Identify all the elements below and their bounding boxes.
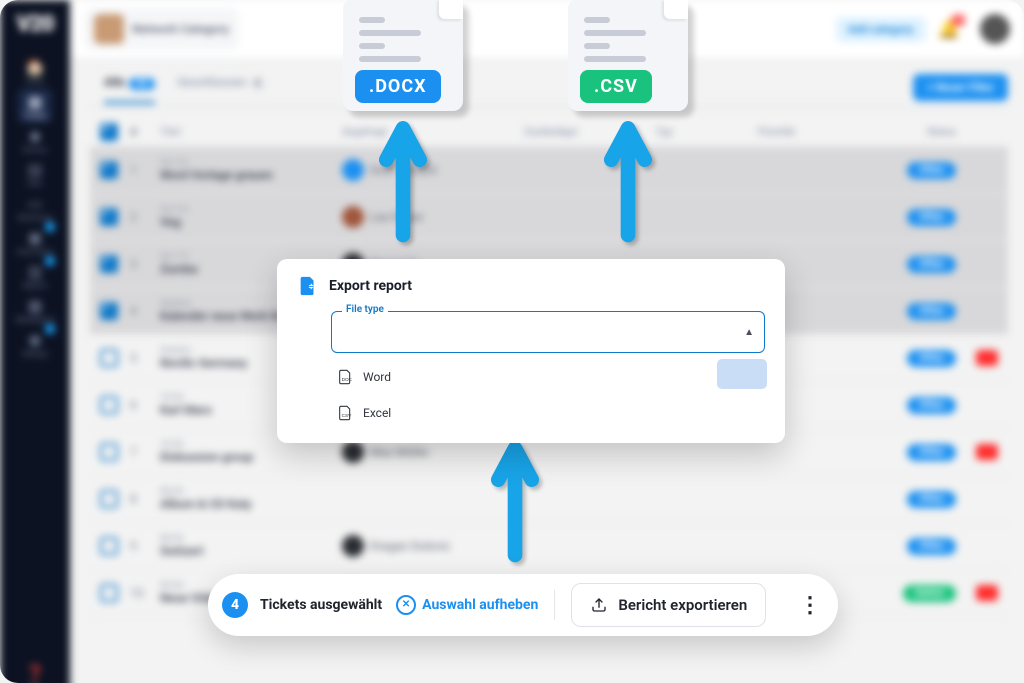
row-checkbox[interactable] (100, 302, 118, 320)
csv-badge: .CSV (580, 70, 652, 103)
arrow-up-icon (382, 120, 424, 235)
svg-text:CSV: CSV (342, 413, 352, 418)
selection-label: Tickets ausgewählt (260, 597, 382, 613)
table-header: # Titel Angefragt Zuständiger Typ Priori… (90, 118, 1008, 147)
selection-action-bar: 4 Tickets ausgewählt ✕ Auswahl aufheben … (208, 574, 838, 636)
sidebar-item-home[interactable]: 🏠Home (18, 55, 52, 89)
arrow-up-icon (607, 120, 649, 235)
row-checkbox[interactable] (100, 443, 118, 461)
sidebar-item-help[interactable]: ❓Help (18, 661, 52, 683)
close-circle-icon: ✕ (396, 595, 416, 615)
row-checkbox[interactable] (100, 584, 118, 602)
org-switcher[interactable]: Network Category (84, 8, 239, 50)
row-checkbox[interactable] (100, 255, 118, 273)
selection-count: 4 (222, 592, 248, 618)
user-avatar[interactable] (980, 14, 1010, 44)
sidebar-item-settings[interactable]: ◉Settings (18, 327, 52, 361)
file-type-select[interactable]: File type ▲ (331, 311, 765, 353)
file-type-label: File type (342, 304, 388, 315)
caret-up-icon: ▲ (744, 327, 754, 338)
alert-badge (976, 585, 998, 601)
sidebar-item-monitoring[interactable]: ▭Monitoring (18, 191, 52, 225)
table-row[interactable]: 908.04.SwitzerlDragan DulovicOffen (90, 523, 1008, 570)
table-row[interactable]: 808.04.Album & CD KatyOffen (90, 476, 1008, 523)
file-type-options: DOC Word CSV Excel (331, 359, 765, 431)
file-card-docx: .DOCX (343, 0, 463, 111)
row-checkbox[interactable] (100, 208, 118, 226)
alert-badge (976, 444, 998, 460)
primary-action-button[interactable]: Add category (836, 17, 926, 42)
export-icon (297, 275, 319, 297)
sidebar-item-reports[interactable]: ▥Reports (18, 259, 52, 293)
dialog-title: Export report (329, 278, 412, 294)
row-checkbox[interactable] (100, 490, 118, 508)
excel-file-icon: CSV (337, 405, 353, 421)
export-report-dialog: Export report File type ▲ DOC Word CSV (277, 259, 785, 443)
export-report-button[interactable]: Bericht exportieren (571, 583, 766, 627)
topbar: Network Category Add category 🔔 2 (70, 0, 1024, 59)
deselect-button[interactable]: ✕ Auswahl aufheben (396, 595, 538, 615)
table-row[interactable]: 1Vor 3 hWord Vorlage grauenSven Vetterli… (90, 147, 1008, 194)
sidebar: V20 🏠Home▦Tickets◆Devices▤Files▭Monitori… (0, 0, 70, 683)
row-checkbox[interactable] (100, 161, 118, 179)
new-filter-button[interactable]: + Neuer Filter (913, 74, 1008, 101)
sidebar-item-tickets[interactable]: ▦Tickets (18, 89, 52, 123)
org-name: Network Category (132, 22, 229, 36)
word-file-icon: DOC (337, 369, 353, 385)
tab-all[interactable]: Alle62 (104, 75, 155, 104)
alert-badge (976, 350, 998, 366)
more-actions-button[interactable]: ⋮ (790, 585, 830, 625)
sidebar-item-devices[interactable]: ◆Devices (18, 123, 52, 157)
svg-text:DOC: DOC (342, 377, 353, 382)
tab-closed[interactable]: Geschlossen6 (177, 75, 264, 103)
arrow-up-icon (494, 440, 536, 555)
table-row[interactable]: 2Vor 5 hVegLeo RoserOffen (90, 194, 1008, 241)
option-excel[interactable]: CSV Excel (331, 395, 765, 431)
sidebar-item-automation[interactable]: ▣Automation (18, 225, 52, 259)
org-avatar (94, 14, 124, 44)
row-checkbox[interactable] (100, 349, 118, 367)
divider (554, 590, 555, 620)
sidebar-item-marketplace[interactable]: ▦Marketplace (18, 293, 52, 327)
dialog-submit-button[interactable] (717, 359, 767, 389)
brand-logo: V20 (16, 12, 53, 37)
file-card-csv: .CSV (568, 0, 688, 111)
notification-badge: 2 (952, 14, 965, 26)
upload-icon (590, 596, 608, 614)
row-checkbox[interactable] (100, 396, 118, 414)
sidebar-item-files[interactable]: ▤Files (18, 157, 52, 191)
row-checkbox[interactable] (100, 537, 118, 555)
filter-tabs: Alle62 Geschlossen6 + Neuer Filter (90, 72, 1008, 108)
option-word[interactable]: DOC Word (331, 359, 765, 395)
docx-badge: .DOCX (355, 70, 441, 103)
select-all-checkbox[interactable] (100, 123, 118, 141)
